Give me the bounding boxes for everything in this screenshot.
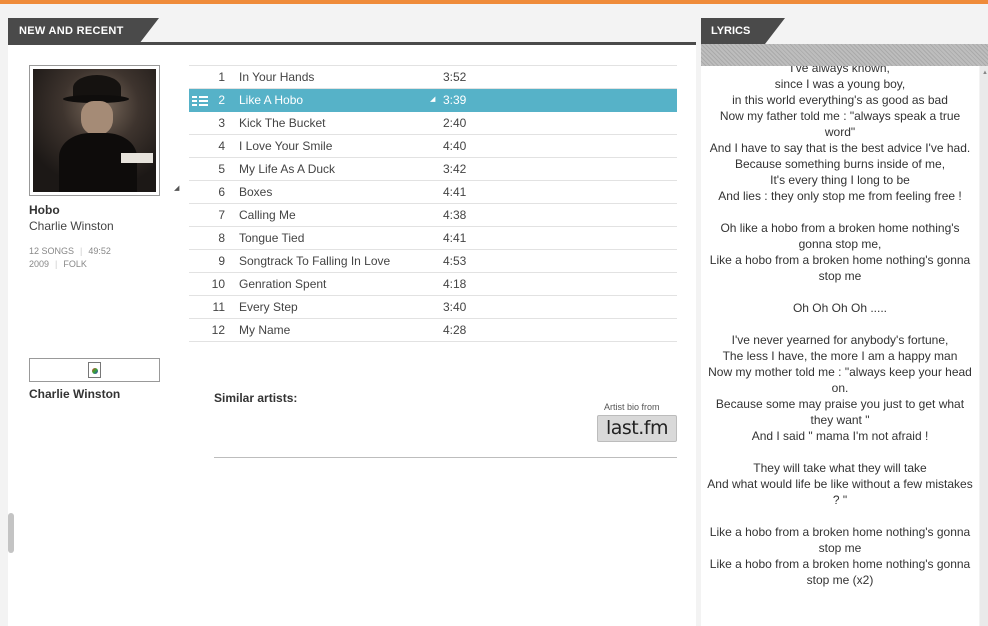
track-duration: 4:28 [443,323,467,337]
track-title: Genration Spent [239,277,327,291]
track-title: Calling Me [239,208,296,222]
track-row[interactable]: 6 Boxes 4:41 [189,181,677,204]
track-row[interactable]: 4 I Love Your Smile 4:40 [189,135,677,158]
artist-name[interactable]: Charlie Winston [29,387,120,401]
track-number: 6 [218,185,225,199]
song-count: 12 SONGS [29,246,75,256]
track-title: My Life As A Duck [239,162,336,176]
lastfm-logo-button[interactable]: last.fm [597,415,677,442]
tab-new-and-recent[interactable]: NEW AND RECENT [8,18,139,44]
track-number: 1 [218,70,225,84]
track-duration: 2:40 [443,116,467,130]
track-number: 5 [218,162,225,176]
track-row-selected[interactable]: 2 Like A Hobo ◢ 3:39 [189,89,677,112]
left-scrollbar[interactable] [8,513,14,553]
track-duration: 4:40 [443,139,467,153]
top-accent-bar [0,0,988,4]
track-duration: 4:41 [443,185,467,199]
track-row[interactable]: 7 Calling Me 4:38 [189,204,677,227]
track-number: 3 [218,116,225,130]
track-row[interactable]: 12 My Name 4:28 [189,319,677,342]
artist-image[interactable] [29,358,160,382]
track-duration: 3:42 [443,162,467,176]
track-number: 4 [218,139,225,153]
track-row[interactable]: 8 Tongue Tied 4:41 [189,227,677,250]
tab-slant [765,18,785,44]
track-title: Like A Hobo [239,93,304,107]
track-duration: 4:41 [443,231,467,245]
lyrics-text: I've always known, since I was a young b… [707,66,973,587]
track-number: 2 [218,93,225,107]
lyrics-scrollbar[interactable] [980,66,988,626]
track-duration: 4:38 [443,208,467,222]
track-number: 11 [212,300,225,314]
track-number: 8 [218,231,225,245]
track-title: Kick The Bucket [239,116,326,130]
track-menu-caret-icon[interactable]: ◢ [430,89,435,111]
track-title: My Name [239,323,291,337]
track-row[interactable]: 1 In Your Hands 3:52 [189,66,677,89]
tab-slant [139,18,159,44]
track-number: 10 [211,277,225,291]
track-title: In Your Hands [239,70,315,84]
artist-bio-source-label: Artist bio from [604,402,660,412]
track-title: Songtrack To Falling In Love [239,254,391,268]
track-duration: 3:40 [443,300,467,314]
lyrics-body: I've always known, since I was a young b… [701,66,979,626]
album-artist[interactable]: Charlie Winston [29,219,114,233]
album-cover[interactable] [29,65,160,196]
broken-image-icon [88,362,101,378]
new-and-recent-panel: NEW AND RECENT ◢ Hobo Charlie Winston 12… [8,18,696,626]
lyrics-panel: LYRICS I've always known, since I was a … [701,18,988,626]
album-duration: 49:52 [88,246,111,256]
track-number: 7 [218,208,225,222]
track-duration: 3:52 [443,70,467,84]
scroll-up-arrow-icon[interactable]: ▲ [982,70,988,76]
album-title[interactable]: Hobo [29,203,60,217]
album-genre: FOLK [63,259,87,269]
track-title: Tongue Tied [239,231,305,245]
track-row[interactable]: 11 Every Step 3:40 [189,296,677,319]
section-divider [214,457,677,458]
track-row[interactable]: 3 Kick The Bucket 2:40 [189,112,677,135]
track-list: 1 In Your Hands 3:52 2 Like A Hobo ◢ 3:3… [189,65,677,342]
album-cover-image [33,69,156,192]
lyrics-header-stripe [701,44,988,66]
track-title: I Love Your Smile [239,139,333,153]
track-duration: 4:18 [443,277,467,291]
album-year: 2009 [29,259,50,269]
track-row[interactable]: 10 Genration Spent 4:18 [189,273,677,296]
tab-lyrics[interactable]: LYRICS [701,18,765,44]
track-row[interactable]: 5 My Life As A Duck 3:42 [189,158,677,181]
track-row[interactable]: 9 Songtrack To Falling In Love 4:53 [189,250,677,273]
track-number: 12 [211,323,225,337]
expand-caret-icon[interactable]: ◢ [174,184,179,192]
panel-body: ◢ Hobo Charlie Winston 12 SONGS | 49:52 20… [8,45,696,626]
track-title: Boxes [239,185,273,199]
track-title: Every Step [239,300,298,314]
track-duration: 4:53 [443,254,467,268]
similar-artists-heading: Similar artists: [214,391,298,405]
album-meta: 12 SONGS | 49:52 2009 | FOLK [29,246,111,269]
track-duration: 3:39 [443,93,467,107]
track-number: 9 [218,254,225,268]
